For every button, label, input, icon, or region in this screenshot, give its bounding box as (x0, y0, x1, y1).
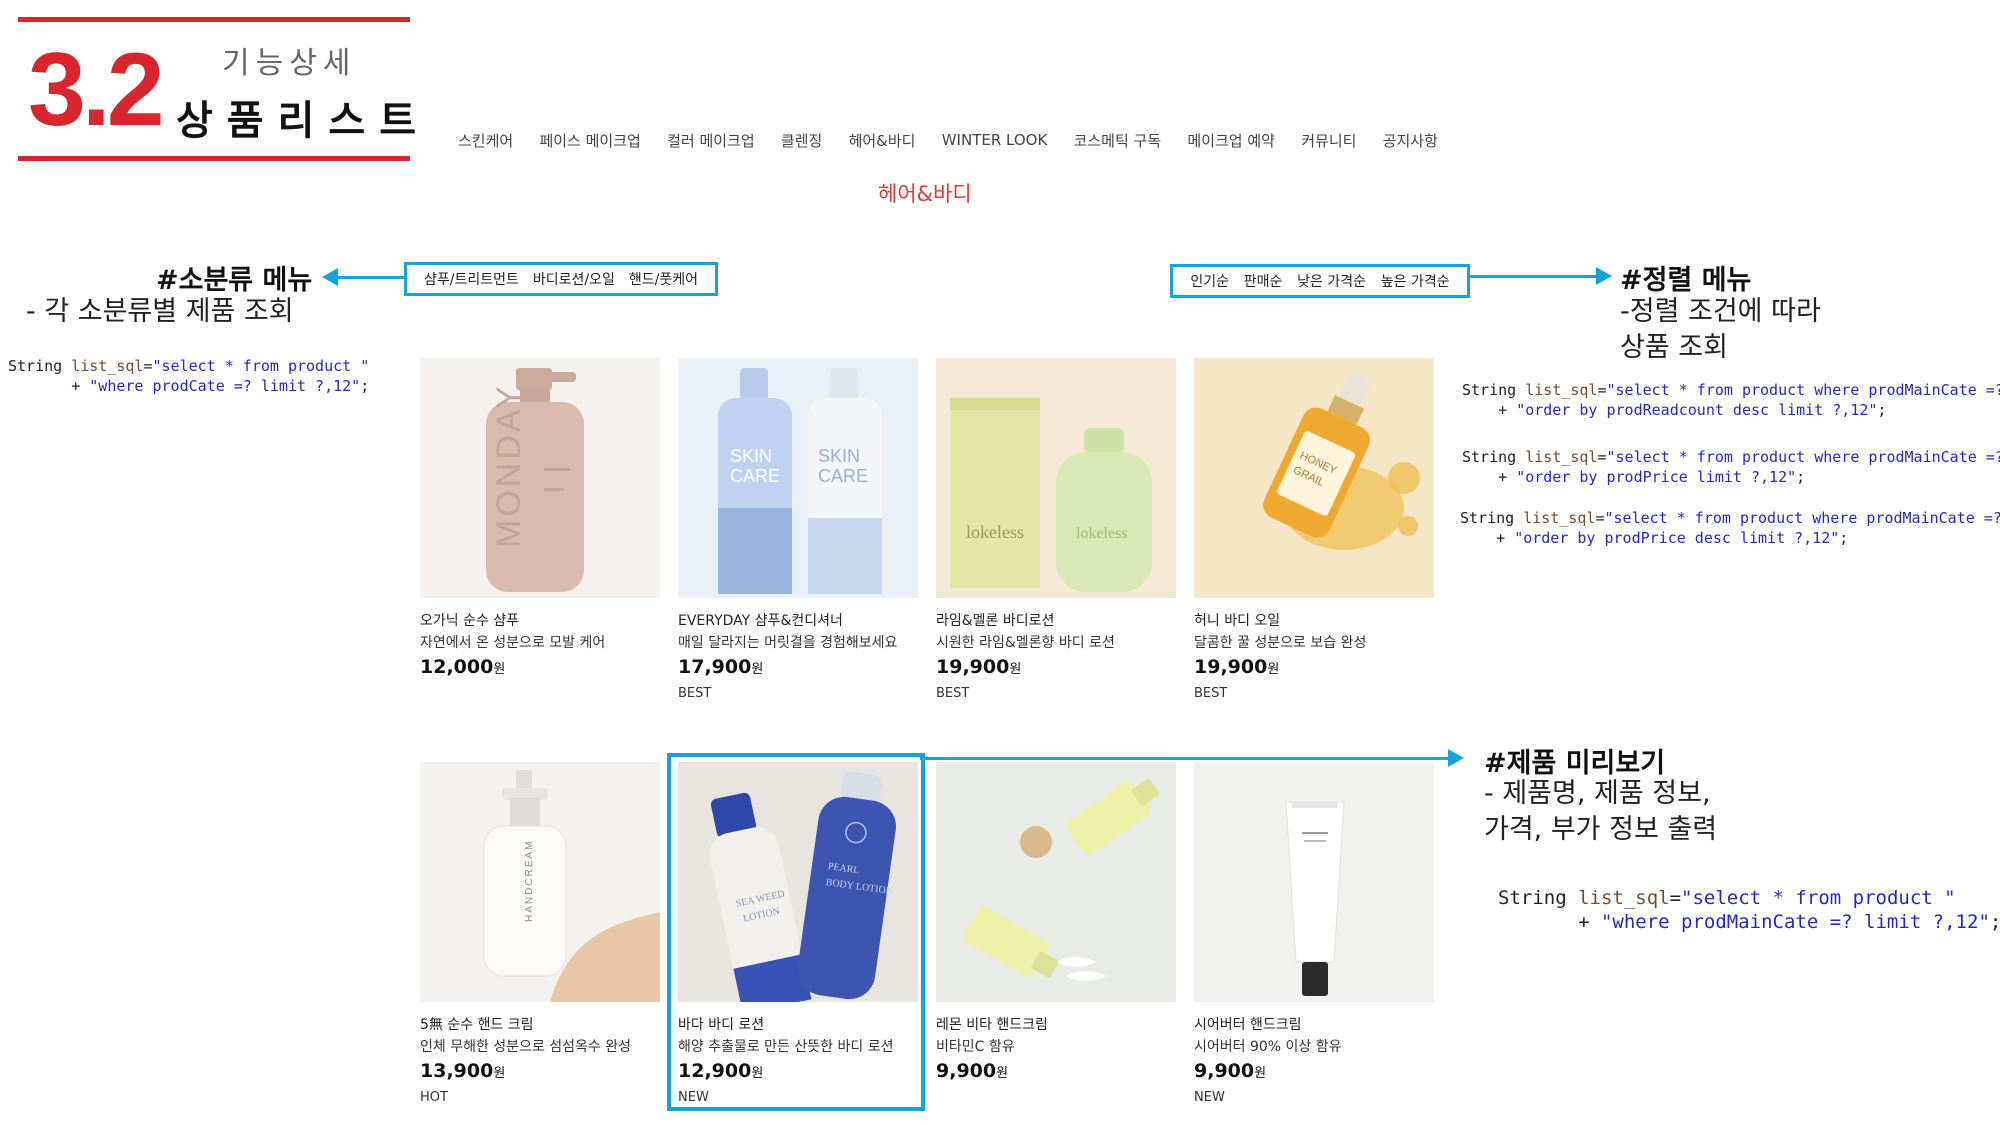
product-name[interactable]: 오가닉 순수 샴푸 (420, 610, 660, 632)
preview-code: String list_sql="select * from product "… (1498, 887, 2000, 933)
product-price: 9,900원 (936, 1060, 1009, 1082)
main-nav: 스킨케어 페이스 메이크업 컬러 메이크업 클렌징 헤어&바디 WINTER L… (458, 128, 1438, 152)
svg-text:lokeless: lokeless (966, 522, 1024, 542)
subcategory-hand-foot[interactable]: 핸드/풋케어 (629, 269, 698, 289)
subcategory-code: String list_sql="select * from product "… (8, 357, 370, 395)
product-image-white-tube[interactable] (1194, 762, 1434, 1002)
product-desc: 자연에서 온 성분으로 모발 케어 (420, 635, 606, 651)
product-card[interactable]: lokeless lokeless 라임&멜론 바디로션 시원한 라임&멜론향 … (936, 358, 1176, 706)
nav-item-makeup-booking[interactable]: 메이크업 예약 (1187, 130, 1275, 151)
sort-annotation-desc-1: -정렬 조건에 따라 (1620, 296, 1821, 327)
section-number: 3.2 (28, 32, 165, 148)
product-image-green-bottle-box[interactable]: lokeless lokeless (936, 358, 1176, 598)
preview-annotation-desc-2: 가격, 부가 정보 출력 (1484, 814, 1718, 845)
product-name[interactable]: 5無 순수 핸드 크림 (420, 1014, 660, 1036)
sort-annotation-title: #정렬 메뉴 (1620, 265, 1752, 296)
subcategory-arrow-line (336, 276, 404, 279)
svg-text:SKIN: SKIN (818, 446, 860, 466)
sort-annotation-desc-2: 상품 조회 (1620, 332, 1728, 363)
product-desc: 비타민C 함유 (936, 1039, 1015, 1055)
svg-text:lokeless: lokeless (1076, 525, 1128, 542)
preview-highlight-box (667, 753, 925, 1111)
subcategory-arrow-head (322, 268, 338, 286)
product-desc: 시원한 라임&멜론향 바디 로션 (936, 635, 1115, 651)
product-name[interactable]: 시어버터 핸드크림 (1194, 1014, 1434, 1036)
sort-code-readcount: String list_sql="select * from product w… (1462, 381, 2000, 419)
nav-item-notice[interactable]: 공지사항 (1383, 130, 1438, 151)
section-title: 상품리스트 (176, 98, 430, 144)
header-bottom-rule (18, 156, 410, 161)
nav-item-skincare[interactable]: 스킨케어 (458, 130, 513, 151)
product-price: 19,900원 (1194, 656, 1280, 678)
nav-item-winter-look[interactable]: WINTER LOOK (942, 131, 1048, 149)
product-name[interactable]: EVERYDAY 샴푸&컨디셔너 (678, 610, 918, 632)
sort-code-price-asc: String list_sql="select * from product w… (1462, 448, 2000, 486)
section-kicker: 기능상세 (222, 46, 357, 81)
product-price: 19,900원 (936, 656, 1022, 678)
product-badge: BEST (1194, 686, 1228, 701)
product-badge: NEW (1194, 1090, 1225, 1105)
product-name[interactable]: 레몬 비타 핸드크림 (936, 1014, 1176, 1036)
product-card[interactable]: HANDCREAM 5無 순수 핸드 크림 인체 무해한 성분으로 섬섬옥수 완… (420, 762, 660, 1110)
nav-item-color-makeup[interactable]: 컬러 메이크업 (667, 130, 755, 151)
category-title: 헤어&바디 (878, 182, 972, 206)
sort-arrow-line (1470, 275, 1598, 278)
product-name[interactable]: 허니 바디 오일 (1194, 610, 1434, 632)
product-card[interactable]: 레몬 비타 핸드크림 비타민C 함유 9,900원 (936, 762, 1176, 1110)
product-card[interactable]: SKIN CARE SKIN CARE EVERYDAY 샴푸&컨디셔너 매일 … (678, 358, 918, 706)
preview-annotation-title: #제품 미리보기 (1484, 748, 1666, 779)
subcategory-annotation-desc: - 각 소분류별 제품 조회 (26, 296, 294, 327)
product-price: 9,900원 (1194, 1060, 1267, 1082)
product-badge: BEST (678, 686, 712, 701)
product-desc: 달콤한 꿀 성분으로 보습 완성 (1194, 635, 1367, 651)
sort-price-desc[interactable]: 높은 가격순 (1381, 271, 1450, 291)
sort-popular[interactable]: 인기순 (1190, 271, 1229, 291)
subcategory-body-lotion[interactable]: 바디로션/오일 (533, 269, 615, 289)
subcategory-annotation-title: #소분류 메뉴 (156, 265, 313, 296)
product-card[interactable]: 시어버터 핸드크림 시어버터 90% 이상 함유 9,900원 NEW (1194, 762, 1434, 1110)
preview-annotation-desc-1: - 제품명, 제품 정보, (1484, 778, 1711, 809)
product-price: 12,000원 (420, 656, 506, 678)
sort-menu: 인기순 판매순 낮은 가격순 높은 가격순 (1170, 264, 1470, 298)
preview-arrow-line (920, 757, 1450, 760)
product-name[interactable]: 라임&멜론 바디로션 (936, 610, 1176, 632)
svg-text:MONDAY: MONDAY (490, 383, 528, 548)
product-badge: HOT (420, 1090, 448, 1105)
svg-text:CARE: CARE (730, 466, 780, 486)
product-desc: 매일 달라지는 머릿결을 경험해보세요 (678, 635, 898, 651)
subcategory-menu: 샴푸/트리트먼트 바디로션/오일 핸드/풋케어 (404, 262, 718, 296)
nav-item-cleansing[interactable]: 클렌징 (781, 130, 822, 151)
sort-price-asc[interactable]: 낮은 가격순 (1297, 271, 1366, 291)
nav-item-face-makeup[interactable]: 페이스 메이크업 (539, 130, 640, 151)
product-price: 13,900원 (420, 1060, 506, 1082)
preview-arrow-head (1448, 749, 1464, 767)
product-card[interactable]: MONDAY 오가닉 순수 샴푸 자연에서 온 성분으로 모발 케어 12,00… (420, 358, 660, 706)
svg-text:SKIN: SKIN (730, 446, 772, 466)
product-desc: 시어버터 90% 이상 함유 (1194, 1039, 1342, 1055)
sort-arrow-head (1596, 267, 1612, 285)
product-card[interactable]: HONEY GRAIL 허니 바디 오일 달콤한 꿀 성분으로 보습 완성 19… (1194, 358, 1434, 706)
product-image-white-pump-bottle[interactable]: HANDCREAM (420, 762, 660, 1002)
product-image-honey-dropper-bottle[interactable]: HONEY GRAIL (1194, 358, 1434, 598)
product-desc: 인체 무해한 성분으로 섬섬옥수 완성 (420, 1039, 631, 1055)
product-image-yellow-tubes[interactable] (936, 762, 1176, 1002)
nav-item-hair-body[interactable]: 헤어&바디 (849, 130, 916, 151)
product-image-blue-white-bottles[interactable]: SKIN CARE SKIN CARE (678, 358, 918, 598)
sort-sales[interactable]: 판매순 (1244, 271, 1283, 291)
sort-code-price-desc: String list_sql="select * from product w… (1460, 509, 2000, 547)
product-badge (936, 1090, 1176, 1110)
product-image-pink-pump-bottle[interactable]: MONDAY (420, 358, 660, 598)
header-top-rule (18, 17, 410, 22)
subcategory-shampoo[interactable]: 샴푸/트리트먼트 (424, 269, 519, 289)
nav-item-subscription[interactable]: 코스메틱 구독 (1074, 130, 1162, 151)
product-price: 17,900원 (678, 656, 764, 678)
svg-text:CARE: CARE (818, 466, 868, 486)
product-badge: BEST (936, 686, 970, 701)
product-badge (420, 686, 660, 706)
nav-item-community[interactable]: 커뮤니티 (1301, 130, 1356, 151)
svg-text:HANDCREAM: HANDCREAM (524, 840, 535, 922)
